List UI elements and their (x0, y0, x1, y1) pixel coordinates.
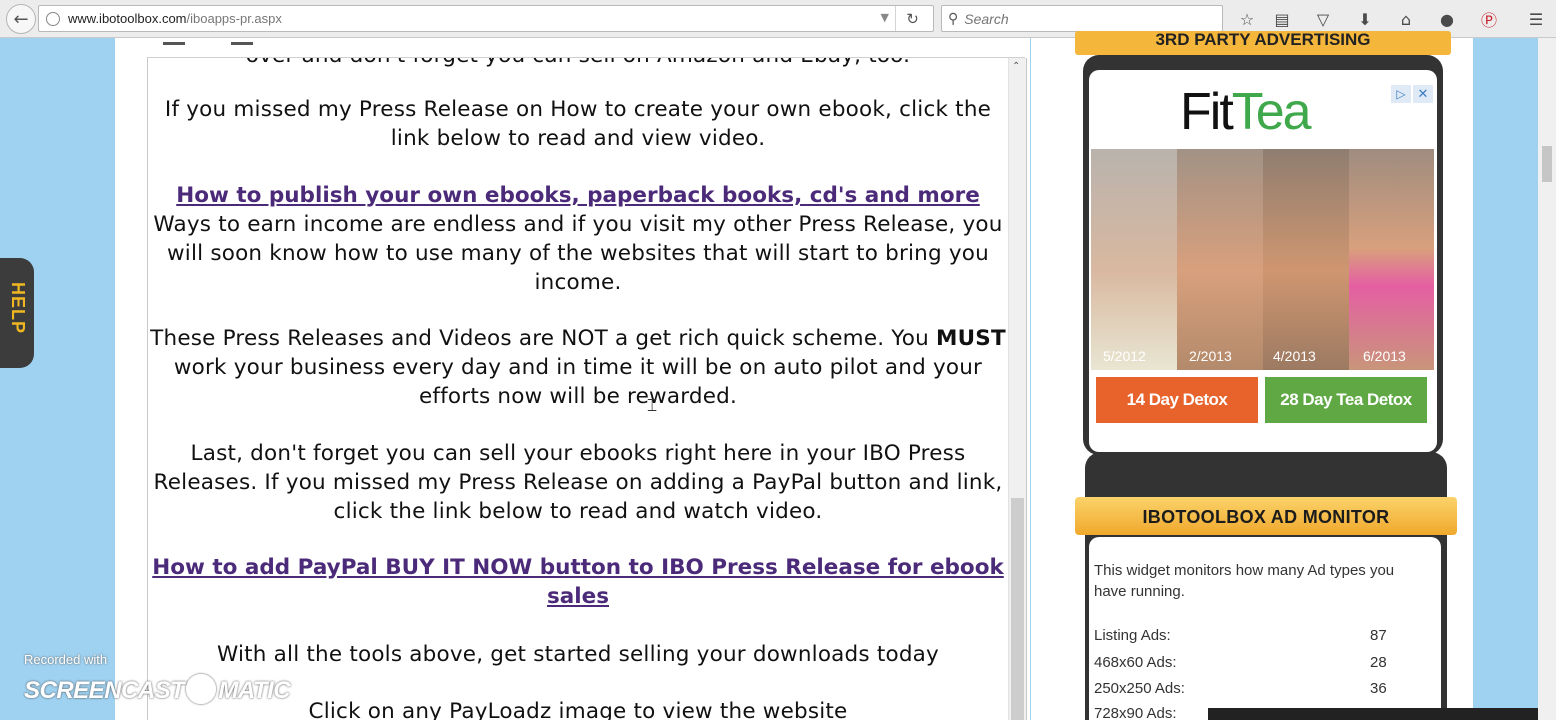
chat-icon[interactable]: ● (1435, 7, 1459, 31)
photo-panel: 5/2012 (1091, 149, 1177, 370)
paragraph-sell-ebooks: Last, don't forget you can sell your ebo… (153, 441, 1003, 524)
back-button[interactable]: ← (6, 4, 36, 34)
search-box[interactable]: ⚲ (941, 5, 1223, 32)
watermark-recorded-with: Recorded with (24, 652, 108, 667)
editor-scrollbar[interactable]: ⌃ (1008, 58, 1026, 720)
link-paypal-button[interactable]: How to add PayPal BUY IT NOW button to I… (148, 553, 1008, 611)
photo-date-label: 4/2013 (1273, 348, 1316, 364)
cut-line-text: over and don't forget you can sell on Am… (148, 58, 1008, 70)
ad-monitor-description: This widget monitors how many Ad types y… (1094, 562, 1395, 600)
screencast-logo-icon (186, 674, 217, 704)
download-icon[interactable]: ⬇ (1353, 7, 1377, 31)
ad-monitor-title: IBOTOOLBOX AD MONITOR (1075, 497, 1457, 535)
close-icon[interactable]: ✕ (1413, 85, 1433, 103)
paragraph-tools-above: With all the tools above, get started se… (217, 642, 939, 667)
editor-scroll-thumb[interactable] (1011, 498, 1024, 720)
url-dropdown-icon[interactable]: ▼ (881, 11, 889, 24)
ad-photo[interactable]: 5/2012 2/2013 4/2013 6/2013 (1091, 149, 1434, 370)
pinterest-icon[interactable]: Ⓟ (1477, 7, 1501, 31)
text-cursor-icon: ⌶ (647, 396, 658, 416)
detox-28-day-button[interactable]: 28 Day Tea Detox (1265, 377, 1427, 423)
advertising-ribbon: 3RD PARTY ADVERTISING (1075, 31, 1451, 55)
photo-panel: 4/2013 (1263, 149, 1349, 370)
globe-icon (46, 11, 60, 26)
editor-tool-icon[interactable] (231, 42, 253, 45)
stat-label: 250x250 Ads: (1094, 680, 1185, 697)
search-icon: ⚲ (948, 10, 959, 27)
pocket-icon[interactable]: ▽ (1311, 7, 1335, 31)
stat-value: 36 (1370, 680, 1387, 697)
home-icon[interactable]: ⌂ (1394, 7, 1418, 31)
stat-label: 728x90 Ads: (1094, 705, 1177, 720)
paragraph-ways-to-earn: Ways to earn income are endless and if y… (153, 212, 1003, 295)
stat-value: 28 (1370, 654, 1387, 671)
screencast-o-matic-watermark: SCREENCAST MATIC (24, 674, 291, 705)
ad-badges: ▷ ✕ (1391, 85, 1433, 103)
editor-toolbar (147, 38, 1025, 58)
detox-14-day-button[interactable]: 14 Day Detox (1096, 377, 1258, 423)
editor-tool-icon[interactable] (163, 42, 185, 45)
paragraph-not-get-rich: These Press Releases and Videos are NOT … (150, 326, 1006, 409)
page-scroll-thumb[interactable] (1542, 146, 1552, 182)
bottom-dark-bar (1208, 708, 1556, 720)
photo-panel: 2/2013 (1177, 149, 1263, 370)
stat-value: 87 (1370, 627, 1387, 644)
url-text: www.ibotoolbox.com/iboapps-pr.aspx (68, 11, 282, 26)
scroll-up-icon[interactable]: ⌃ (1012, 61, 1020, 72)
press-release-editor[interactable]: over and don't forget you can sell on Am… (147, 58, 1027, 720)
bookmark-star-icon[interactable]: ☆ (1235, 7, 1259, 31)
help-label[interactable]: HELP (2, 282, 28, 334)
menu-icon[interactable]: ☰ (1524, 7, 1548, 31)
link-publish-ebooks[interactable]: How to publish your own ebooks, paperbac… (148, 181, 1008, 210)
stat-label: Listing Ads: (1094, 627, 1171, 644)
search-input[interactable] (964, 10, 1205, 27)
photo-panel: 6/2013 (1349, 149, 1434, 370)
fittea-logo[interactable]: FitTea (1180, 82, 1312, 142)
photo-date-label: 6/2013 (1363, 348, 1406, 364)
photo-date-label: 5/2012 (1103, 348, 1146, 364)
paragraph-ebook-intro: If you missed my Press Release on How to… (164, 97, 992, 151)
stat-label: 468x60 Ads: (1094, 654, 1177, 671)
page-scrollbar[interactable] (1538, 38, 1556, 720)
adchoices-icon[interactable]: ▷ (1391, 85, 1411, 103)
back-arrow-icon: ← (13, 8, 29, 30)
photo-date-label: 2/2013 (1189, 348, 1232, 364)
address-bar[interactable]: www.ibotoolbox.com/iboapps-pr.aspx ▼ ↻ (38, 5, 934, 32)
reload-icon[interactable]: ↻ (895, 6, 929, 31)
reading-list-icon[interactable]: ▤ (1270, 7, 1294, 31)
